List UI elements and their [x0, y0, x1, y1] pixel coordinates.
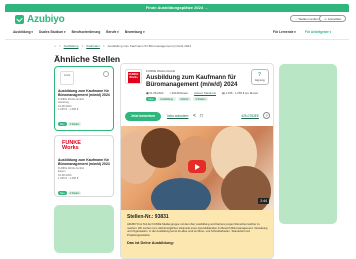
company-name[interactable]: FUNKE Works GmbH — [146, 69, 175, 73]
job-description-text: AZUBIYO ist Teil der FUNKE Mediengruppe … — [127, 223, 268, 238]
nav-item-bewerbung[interactable]: Bewerbung ▾ — [125, 30, 145, 34]
ad-placeholder — [54, 205, 114, 253]
job-detail-panel: FUNKE Works FUNKE Works GmbH Ausbildung … — [120, 63, 274, 259]
breadcrumb: ⌂ > Ausbildung > Kaufmann > Ausbildung z… — [54, 44, 191, 48]
apply-button[interactable]: Jetzt bewerben — [125, 112, 161, 121]
status-badge: Neu — [58, 122, 67, 127]
suitability-label: Eignung — [255, 79, 265, 82]
funke-works-logo: FUNKE Works — [62, 140, 81, 151]
breadcrumb-current: Ausbildung zum Kaufmann für Büromanageme… — [107, 44, 191, 48]
salary: ▤ 1.045 - 1.265 € pro Monat — [222, 91, 258, 95]
tag-fulltime: Vollzeit — [177, 97, 191, 102]
nav-item-berufe[interactable]: Berufe ▾ — [106, 30, 119, 34]
similar-jobs-title: Ähnliche Stellen — [54, 54, 121, 64]
breadcrumb-separator: > — [58, 44, 61, 48]
site-header: Azubiyo ♡ Stellen merken ☺ Anmelden Ausb… — [5, 12, 349, 40]
promo-banner[interactable]: Finde Ausbildungsplätze 2024 → — [5, 4, 349, 12]
company-video[interactable]: 2:44 — [121, 126, 273, 210]
start-date: ▣ 01.08.2024 — [146, 91, 164, 95]
nav-item-ausbildung[interactable]: Ausbildung ▾ — [13, 30, 33, 34]
breadcrumb-separator: > — [102, 44, 105, 48]
logo-check-icon — [15, 15, 24, 24]
nav-item-berufsorientierung[interactable]: Berufsorientierung — [72, 30, 101, 34]
similar-job-salary: 1.045 € - 1.265 € — [58, 108, 79, 112]
company-logo: Azubi — [60, 71, 74, 85]
job-number-heading: Stellen-Nr.: 93831 — [127, 214, 169, 220]
job-tags: Neu Ausbildung Vollzeit 3 Stellen — [146, 97, 208, 102]
logo-text: Azubiyo — [27, 14, 65, 25]
similar-job-card[interactable]: FUNKE Works Ausbildung zum Kaufmann für … — [54, 135, 114, 197]
share-icon[interactable]: < — [193, 113, 196, 119]
openings-badge: 2 Stellen — [67, 191, 82, 196]
nav-item-duales-studium[interactable]: Duales Studium ▾ — [39, 30, 66, 34]
video-person — [151, 178, 211, 210]
suitability-badge[interactable]: ? Eignung — [251, 69, 269, 85]
play-button[interactable] — [188, 160, 206, 173]
login-button[interactable]: ☺ Anmelden — [319, 15, 347, 22]
nav-employers[interactable]: Für Arbeitgeber ▾ — [305, 30, 331, 34]
similar-job-title: Ausbildung zum Kaufmann für Büromanageme… — [58, 89, 110, 98]
ad-placeholder — [279, 64, 337, 224]
video-person — [141, 128, 181, 168]
location: ⌖ 45128 Essen — [169, 91, 189, 95]
job-id-link[interactable]: 425-0783EE — [241, 114, 259, 118]
request-info-link[interactable]: Infos anfordern — [167, 114, 188, 118]
breadcrumb-separator: > — [81, 44, 84, 48]
training-subheading: Das ist Deine Ausbildung: — [127, 240, 174, 245]
help-icon[interactable]: ? — [263, 112, 270, 119]
tag-openings: 3 Stellen — [192, 97, 208, 102]
apply-row: Jetzt bewerben Infos anfordern < □ 425-0… — [125, 112, 271, 122]
job-meta: ▣ 01.08.2024 ⌖ 45128 Essen weitere Stand… — [146, 91, 258, 95]
favorite-icon[interactable] — [103, 71, 109, 77]
similar-job-salary: 1.045 € - 1.265 € — [58, 177, 79, 181]
tag-new: Neu — [146, 97, 156, 102]
main-nav: Ausbildung ▾ Duales Studium ▾ Berufsorie… — [13, 30, 145, 34]
status-badge: Neu — [58, 191, 67, 196]
home-icon[interactable]: ⌂ — [54, 44, 56, 48]
job-description: Stellen-Nr.: 93831 AZUBIYO ist Teil der … — [121, 210, 273, 258]
bookmark-icon[interactable]: □ — [200, 113, 203, 119]
nav-learners[interactable]: Für Lernende ▾ — [273, 30, 296, 34]
video-duration: 2:44 — [258, 198, 269, 204]
similar-job-title: Ausbildung zum Kaufmann für Büromanageme… — [58, 158, 110, 167]
question-icon: ? — [258, 72, 262, 78]
app-window: Finde Ausbildungsplätze 2024 → Azubiyo ♡… — [0, 0, 356, 259]
site-logo[interactable]: Azubiyo — [15, 14, 65, 25]
video-person — [176, 136, 214, 182]
openings-badge: 3 Stellen — [67, 122, 82, 127]
breadcrumb-item-kaufmann[interactable]: Kaufmann — [86, 44, 100, 48]
more-locations-link[interactable]: weitere Standorte — [194, 91, 216, 95]
job-title: Ausbildung zum Kaufmann für Büromanageme… — [146, 74, 238, 88]
tag-type: Ausbildung — [157, 97, 176, 102]
breadcrumb-item-ausbildung[interactable]: Ausbildung — [64, 44, 79, 48]
company-logo: FUNKE Works — [125, 69, 142, 84]
similar-job-card[interactable]: Azubi Ausbildung zum Kaufmann für Büroma… — [54, 66, 114, 131]
